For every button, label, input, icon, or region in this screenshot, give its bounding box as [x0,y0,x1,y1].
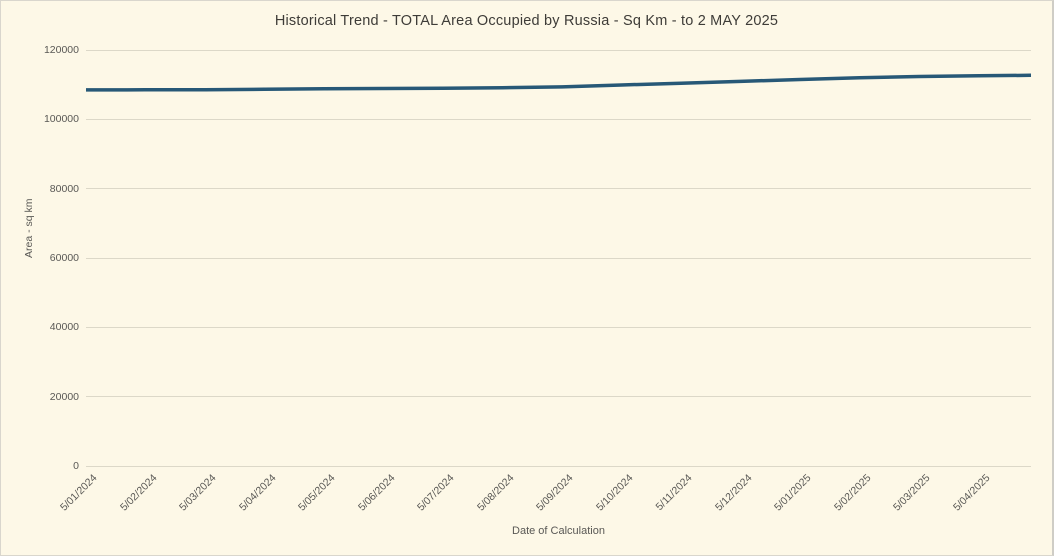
chart-container: Historical Trend - TOTAL Area Occupied b… [0,0,1054,556]
x-axis-title: Date of Calculation [86,525,1031,537]
y-tick-label: 100000 [1,112,79,126]
y-tick-label: 0 [1,459,79,473]
chart-title: Historical Trend - TOTAL Area Occupied b… [1,13,1052,29]
line-plot-area[interactable] [86,50,1031,466]
y-tick-label: 40000 [1,320,79,334]
y-tick-label: 20000 [1,390,79,404]
y-tick-label: 60000 [1,251,79,265]
y-tick-label: 120000 [1,43,79,57]
trend-line[interactable] [86,75,1031,90]
y-tick-label: 80000 [1,182,79,196]
